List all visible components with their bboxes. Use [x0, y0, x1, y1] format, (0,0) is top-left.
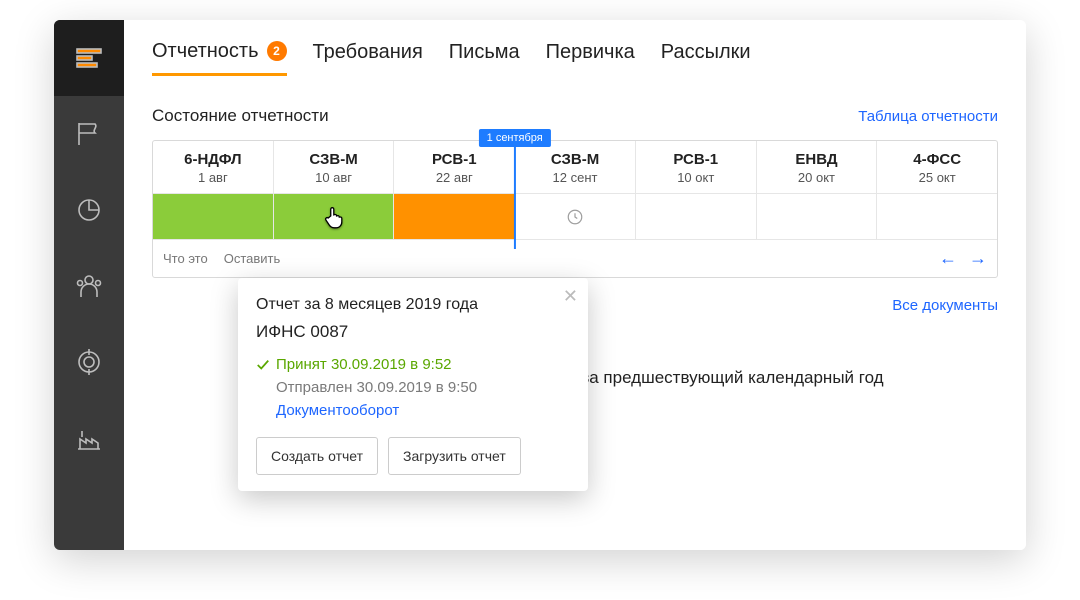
col-name: РСВ-1 [402, 151, 506, 168]
close-icon[interactable]: ✕ [563, 286, 578, 307]
clock-icon [566, 208, 584, 226]
tab-requirements[interactable]: Требования [313, 41, 423, 74]
accepted-line: Принят 30.09.2019 в 9:52 [256, 356, 570, 373]
timeline-col[interactable]: СЗВ-М 12 сент [514, 141, 635, 193]
col-name: ЕНВД [765, 151, 869, 168]
timeline-bar [153, 193, 997, 239]
status-cell-empty[interactable] [876, 194, 997, 239]
timeline: 1 сентября 6-НДФЛ1 авг СЗВ-М10 авг РСВ-1… [152, 140, 998, 278]
timeline-col[interactable]: РСВ-1 10 окт [635, 141, 756, 193]
sidebar-factory[interactable] [54, 400, 124, 476]
table-link[interactable]: Таблица отчетности [858, 108, 998, 125]
sidebar-piechart[interactable] [54, 172, 124, 248]
docflow-link[interactable]: Документооборот [256, 402, 570, 419]
tab-letters[interactable]: Письма [449, 41, 520, 74]
col-date: 12 сент [523, 170, 627, 185]
piechart-icon [74, 195, 104, 225]
next-arrow[interactable]: → [969, 248, 987, 269]
status-cell-empty[interactable] [756, 194, 877, 239]
report-popup: ✕ Отчет за 8 месяцев 2019 года ИФНС 0087… [238, 278, 588, 491]
col-date: 20 окт [765, 170, 869, 185]
app-window: Отчетность 2 Требования Письма Первичка … [54, 20, 1026, 550]
tab-label: Требования [313, 41, 423, 64]
prev-arrow[interactable]: ← [939, 248, 957, 269]
status-cell-pending[interactable] [514, 194, 635, 239]
status-header: Состояние отчетности Таблица отчетности [152, 106, 998, 126]
col-date: 1 авг [161, 170, 265, 185]
marker-label: 1 сентября [479, 129, 551, 147]
col-date: 10 авг [282, 170, 386, 185]
col-name: СЗВ-М [282, 151, 386, 168]
col-date: 10 окт [644, 170, 748, 185]
tab-label: Отчетность [152, 40, 259, 63]
sidebar-people[interactable] [54, 248, 124, 324]
sent-text: Отправлен 30.09.2019 в 9:50 [256, 379, 570, 396]
timeline-foot: Что это Оставить ← → [153, 239, 997, 277]
timeline-col[interactable]: СЗВ-М 10 авг [273, 141, 394, 193]
target-icon [74, 347, 104, 377]
timeline-col[interactable]: ЕНВД 20 окт [756, 141, 877, 193]
tab-label: Рассылки [661, 41, 751, 64]
timeline-col[interactable]: 4-ФСС 25 окт [876, 141, 997, 193]
whatis-link[interactable]: Что это [163, 251, 208, 266]
tab-primary[interactable]: Первичка [546, 41, 635, 74]
sidebar-flag[interactable] [54, 96, 124, 172]
timeline-nav: ← → [939, 248, 987, 269]
popup-actions: Создать отчет Загрузить отчет [256, 437, 570, 475]
popup-org: ИФНС 0087 [256, 322, 570, 342]
col-name: 4-ФСС [885, 151, 989, 168]
status-title: Состояние отчетности [152, 106, 329, 126]
timeline-col[interactable]: 6-НДФЛ 1 авг [153, 141, 273, 193]
tab-badge: 2 [267, 41, 287, 61]
sidebar-target[interactable] [54, 324, 124, 400]
timeline-col[interactable]: РСВ-1 22 авг [393, 141, 514, 193]
all-docs-link[interactable]: Все документы [892, 297, 998, 314]
status-cell-done[interactable] [153, 194, 273, 239]
col-date: 22 авг [402, 170, 506, 185]
factory-icon [74, 423, 104, 453]
upload-report-button[interactable]: Загрузить отчет [388, 437, 521, 475]
cursor-hand-icon [321, 204, 347, 230]
main-content: Отчетность 2 Требования Письма Первичка … [124, 20, 1026, 550]
flag-icon [74, 119, 104, 149]
col-name: РСВ-1 [644, 151, 748, 168]
col-name: 6-НДФЛ [161, 151, 265, 168]
tab-reports[interactable]: Отчетность 2 [152, 40, 287, 76]
status-cell-done[interactable] [273, 194, 394, 239]
keep-link[interactable]: Оставить [224, 251, 281, 266]
popup-status: Принят 30.09.2019 в 9:52 Отправлен 30.09… [256, 356, 570, 419]
date-marker: 1 сентября [479, 129, 551, 147]
popup-title: Отчет за 8 месяцев 2019 года [256, 296, 570, 314]
create-report-button[interactable]: Создать отчет [256, 437, 378, 475]
accepted-text: Принят 30.09.2019 в 9:52 [276, 356, 452, 373]
marker-line [514, 147, 516, 249]
sidebar-logo[interactable] [54, 20, 124, 96]
timeline-foot-left: Что это Оставить [163, 251, 280, 266]
col-name: СЗВ-М [523, 151, 627, 168]
tabs: Отчетность 2 Требования Письма Первичка … [152, 36, 998, 80]
tab-mailings[interactable]: Рассылки [661, 41, 751, 74]
people-icon [74, 271, 104, 301]
logo-icon [74, 43, 104, 73]
timeline-head: 6-НДФЛ 1 авг СЗВ-М 10 авг РСВ-1 22 авг СЗВ-… [153, 141, 997, 193]
status-cell-warning[interactable] [393, 194, 514, 239]
sidebar [54, 20, 124, 550]
tab-label: Письма [449, 41, 520, 64]
status-cell-empty[interactable] [635, 194, 756, 239]
tab-label: Первичка [546, 41, 635, 64]
check-icon [256, 358, 270, 372]
col-date: 25 окт [885, 170, 989, 185]
